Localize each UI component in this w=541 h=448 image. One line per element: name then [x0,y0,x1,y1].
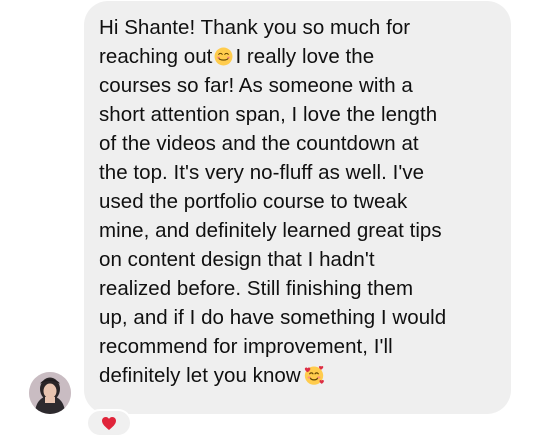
user-avatar-icon [29,372,71,414]
smiling-face-with-hearts-emoji-icon [304,365,324,385]
red-heart-icon [102,416,116,430]
message-text: Hi Shante! Thank you so much for reachin… [99,13,497,390]
message-line: reaching out [99,45,213,68]
message-line: short attention span, I love the length [99,103,438,126]
message-line: definitely let you know [99,364,301,387]
message-line: used the portfolio course to tweak [99,190,408,213]
message-line: recommend for improvement, I'll [99,335,393,358]
message-line: on content design that I hadn't [99,248,375,271]
avatar[interactable] [29,372,71,414]
message-line: the top. It's very no-fluff as well. I'v… [99,161,425,184]
message-line: courses so far! As someone with a [99,74,413,97]
message-line: up, and if I do have something I would [99,306,447,329]
message-line: of the videos and the countdown at [99,132,419,155]
message-line: realized before. Still finishing them [99,277,414,300]
chat-canvas: Hi Shante! Thank you so much for reachin… [0,0,541,448]
reaction-badge[interactable] [86,409,132,437]
message-line: mine, and definitely learned great tips [99,219,442,242]
message-bubble[interactable]: Hi Shante! Thank you so much for reachin… [84,1,511,414]
smiling-face-emoji-icon [214,47,233,66]
message-line: I really love the [235,45,375,68]
message-line: Hi Shante! Thank you so much for [99,16,411,39]
